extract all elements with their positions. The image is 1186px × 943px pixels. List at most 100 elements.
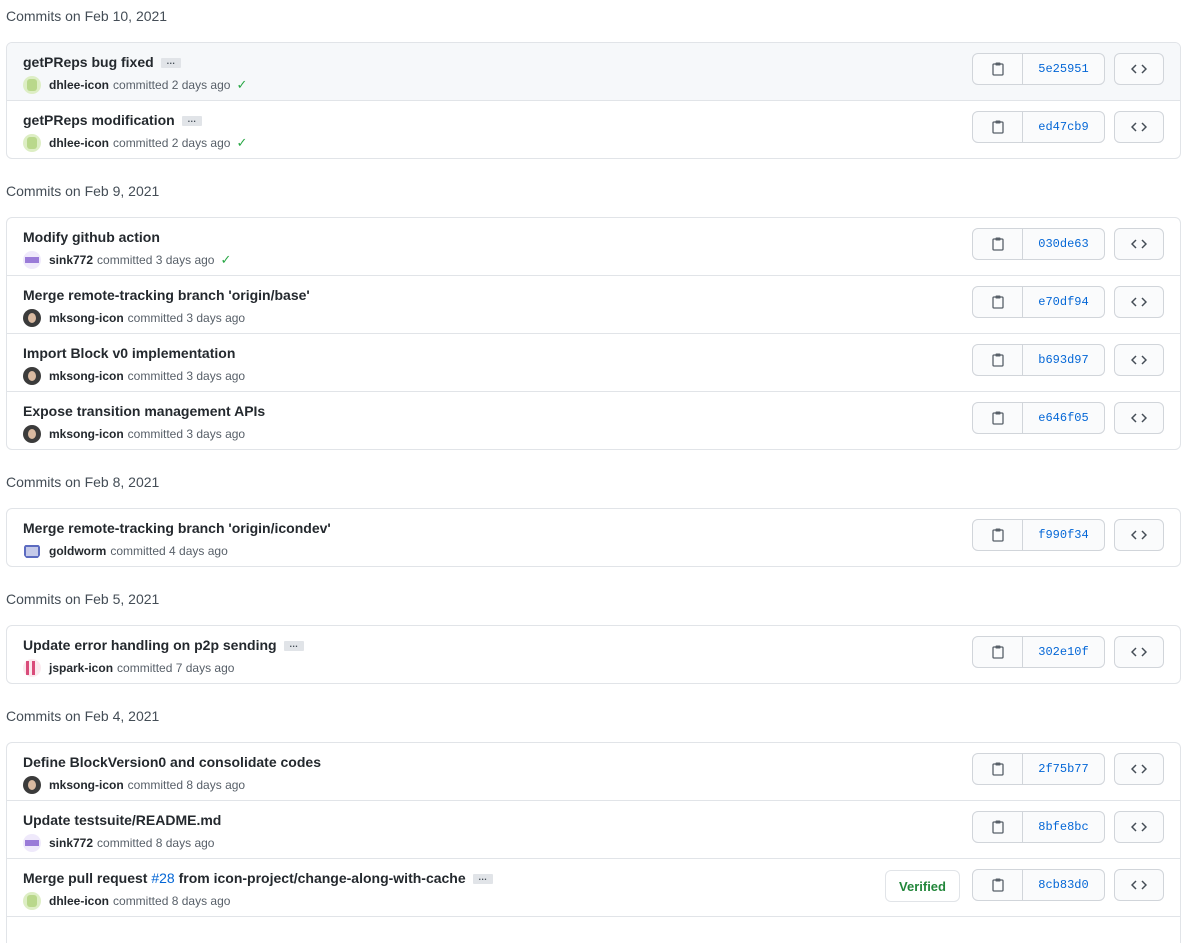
- commit-sha-link[interactable]: 5e25951: [1023, 54, 1104, 84]
- code-icon: [1131, 413, 1147, 423]
- avatar[interactable]: [23, 892, 41, 910]
- commit-time: 8 days ago: [186, 778, 246, 792]
- commit-sha-link[interactable]: b693d97: [1023, 345, 1104, 375]
- browse-repo-button[interactable]: [1114, 869, 1164, 901]
- browse-repo-button[interactable]: [1114, 402, 1164, 434]
- avatar[interactable]: [23, 659, 41, 677]
- commit-title[interactable]: Import Block v0 implementation: [23, 345, 235, 361]
- author-link[interactable]: dhlee-icon: [49, 893, 109, 909]
- group-heading: Commits on Feb 9, 2021: [6, 183, 160, 199]
- copy-sha-button[interactable]: [973, 637, 1023, 667]
- browse-repo-button[interactable]: [1114, 753, 1164, 785]
- commit-sha-link[interactable]: 8cb83d0: [1023, 870, 1104, 900]
- check-icon[interactable]: ✓: [220, 252, 231, 268]
- commit-sha-link[interactable]: e646f05: [1023, 403, 1104, 433]
- copy-sha-button[interactable]: [973, 54, 1023, 84]
- author-link[interactable]: sink772: [49, 835, 93, 851]
- author-link[interactable]: mksong-icon: [49, 777, 124, 793]
- code-icon: [1131, 64, 1147, 74]
- author-link[interactable]: dhlee-icon: [49, 135, 109, 151]
- verified-badge[interactable]: Verified: [885, 870, 960, 902]
- copy-sha-button[interactable]: [973, 287, 1023, 317]
- commit-action: committed: [127, 427, 184, 441]
- commit-title[interactable]: Merge pull request: [23, 870, 151, 886]
- browse-repo-button[interactable]: [1114, 811, 1164, 843]
- avatar[interactable]: [23, 134, 41, 152]
- clipboard-icon: [991, 762, 1004, 776]
- commit-list: Merge remote-tracking branch 'origin/ico…: [6, 508, 1181, 567]
- expand-message-button[interactable]: …: [181, 115, 202, 127]
- copy-sha-button[interactable]: [973, 812, 1023, 842]
- commit-sha-link[interactable]: 8bfe8bc: [1023, 812, 1104, 842]
- check-icon[interactable]: ✓: [236, 77, 247, 93]
- avatar[interactable]: [23, 776, 41, 794]
- avatar[interactable]: [23, 309, 41, 327]
- copy-sha-button[interactable]: [973, 229, 1023, 259]
- avatar[interactable]: [23, 76, 41, 94]
- commit-sha-link[interactable]: 302e10f: [1023, 637, 1104, 667]
- commit-title[interactable]: getPReps modification: [23, 112, 175, 128]
- commit-row: Modify github action sink772 committed 3…: [7, 218, 1180, 275]
- avatar[interactable]: [23, 834, 41, 852]
- browse-repo-button[interactable]: [1114, 519, 1164, 551]
- commit-action: committed: [113, 78, 169, 92]
- author-link[interactable]: mksong-icon: [49, 426, 124, 442]
- browse-repo-button[interactable]: [1114, 286, 1164, 318]
- commit-sha-link[interactable]: e70df94: [1023, 287, 1104, 317]
- author-link[interactable]: jspark-icon: [49, 660, 113, 676]
- check-icon[interactable]: ✓: [236, 135, 247, 151]
- commit-row: Import Block v0 implementation mksong-ic…: [7, 333, 1180, 391]
- commit-time: 4 days ago: [169, 544, 228, 558]
- author-link[interactable]: mksong-icon: [49, 310, 124, 326]
- commit-title[interactable]: Update testsuite/README.md: [23, 812, 221, 828]
- commit-title[interactable]: Merge remote-tracking branch 'origin/ico…: [23, 520, 331, 536]
- commit-list: getPReps bug fixed … dhlee-icon committed…: [6, 42, 1181, 159]
- avatar[interactable]: [23, 425, 41, 443]
- commit-sha-link[interactable]: 2f75b77: [1023, 754, 1104, 784]
- copy-sha-button[interactable]: [973, 754, 1023, 784]
- commit-title[interactable]: Update error handling on p2p sending: [23, 637, 277, 653]
- browse-repo-button[interactable]: [1114, 111, 1164, 143]
- browse-repo-button[interactable]: [1114, 344, 1164, 376]
- copy-sha-button[interactable]: [973, 870, 1023, 900]
- commit-time: 2 days ago: [171, 78, 231, 92]
- copy-sha-button[interactable]: [973, 345, 1023, 375]
- author-link[interactable]: mksong-icon: [49, 368, 124, 384]
- commit-action: committed: [113, 894, 169, 908]
- commit-sha-link[interactable]: 030de63: [1023, 229, 1104, 259]
- commit-time: 3 days ago: [155, 253, 215, 267]
- copy-sha-button[interactable]: [973, 520, 1023, 550]
- browse-repo-button[interactable]: [1114, 228, 1164, 260]
- commit-sha-link[interactable]: ed47cb9: [1023, 112, 1104, 142]
- expand-message-button[interactable]: …: [160, 57, 181, 69]
- expand-message-button[interactable]: …: [472, 873, 493, 885]
- author-link[interactable]: dhlee-icon: [49, 77, 109, 93]
- commit-title[interactable]: Expose transition management APIs: [23, 403, 265, 419]
- browse-repo-button[interactable]: [1114, 636, 1164, 668]
- commit-time: 2 days ago: [171, 136, 231, 150]
- copy-sha-button[interactable]: [973, 403, 1023, 433]
- pull-request-link[interactable]: #28: [151, 870, 174, 886]
- avatar[interactable]: [23, 542, 41, 560]
- commit-title[interactable]: Modify github action: [23, 229, 160, 245]
- commit-time: 3 days ago: [186, 311, 246, 325]
- commit-row: Update testsuite/README.md sink772 commi…: [7, 800, 1180, 858]
- expand-message-button[interactable]: …: [283, 640, 304, 652]
- commit-title[interactable]: Define BlockVersion0 and consolidate cod…: [23, 754, 321, 770]
- sha-button-group: 8cb83d0: [972, 869, 1105, 901]
- commit-title[interactable]: Merge remote-tracking branch 'origin/bas…: [23, 287, 310, 303]
- commit-sha-link[interactable]: f990f34: [1023, 520, 1104, 550]
- sha-button-group: e646f05: [972, 402, 1105, 434]
- commit-title[interactable]: getPReps bug fixed: [23, 54, 154, 70]
- browse-repo-button[interactable]: [1114, 53, 1164, 85]
- avatar[interactable]: [23, 251, 41, 269]
- copy-sha-button[interactable]: [973, 112, 1023, 142]
- author-link[interactable]: sink772: [49, 252, 93, 268]
- author-link[interactable]: goldworm: [49, 543, 106, 559]
- avatar[interactable]: [23, 367, 41, 385]
- commit-row: Update error handling on p2p sending … js…: [7, 626, 1180, 683]
- sha-button-group: b693d97: [972, 344, 1105, 376]
- commit-title-suffix[interactable]: from icon-project/change-along-with-cach…: [175, 870, 466, 886]
- code-icon: [1131, 355, 1147, 365]
- clipboard-icon: [991, 645, 1004, 659]
